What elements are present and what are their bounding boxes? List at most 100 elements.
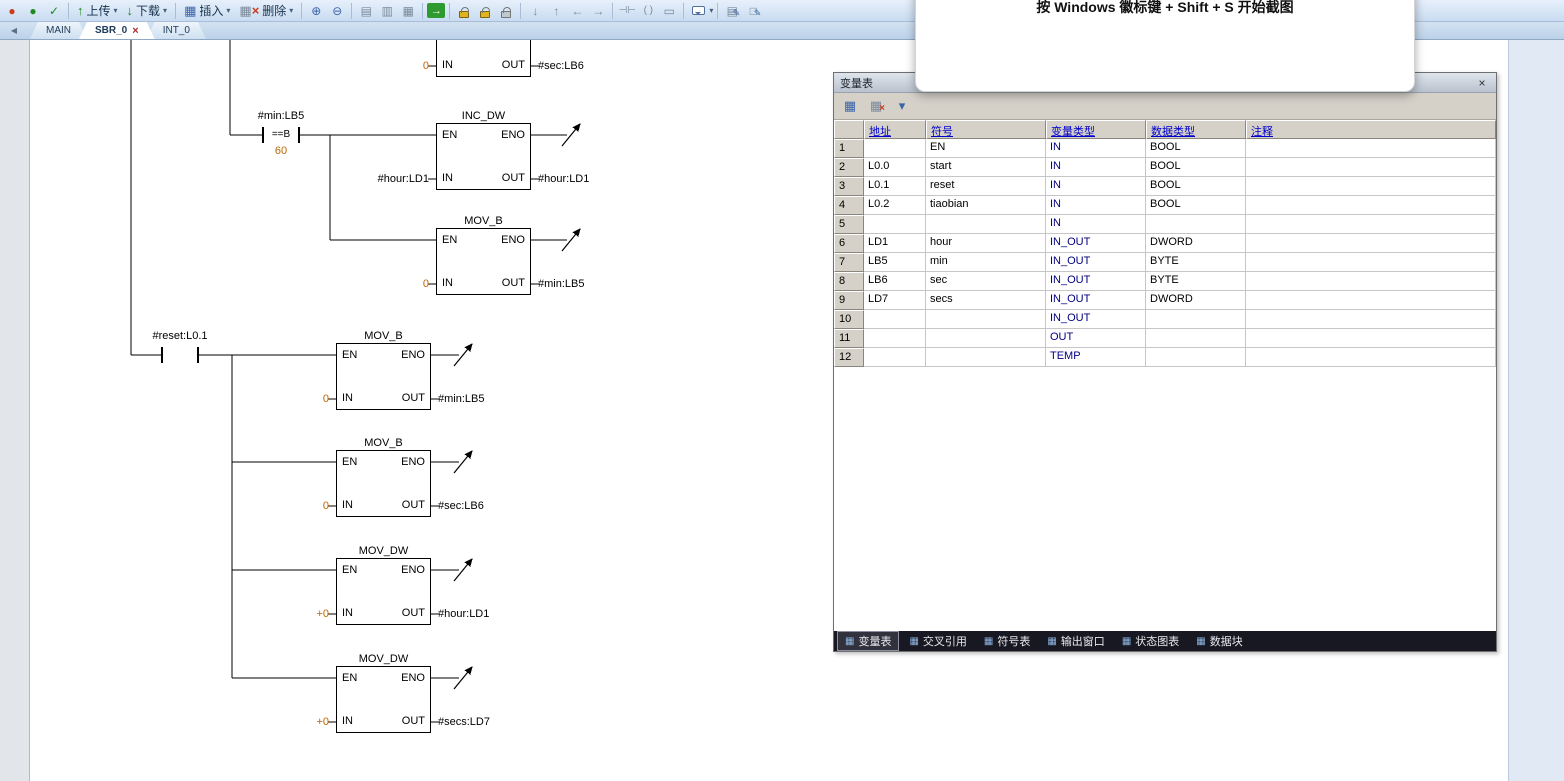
symbol-cell[interactable] bbox=[926, 329, 1046, 348]
var-type-cell[interactable]: IN bbox=[1046, 196, 1146, 215]
block-in-value[interactable]: +0 bbox=[316, 608, 329, 620]
plc-block-partial[interactable]: IN OUT 0 #sec:LB6 bbox=[436, 40, 531, 77]
edit-table-icon[interactable]: ▤✎ bbox=[722, 2, 742, 20]
header-symbol[interactable]: 符号 bbox=[926, 120, 1046, 139]
comment-bubble-icon[interactable] bbox=[688, 2, 708, 20]
var-type-cell[interactable]: OUT bbox=[1046, 329, 1146, 348]
comment-caret-icon[interactable]: ▾ bbox=[709, 6, 713, 15]
table-row[interactable]: 10 IN_OUT bbox=[834, 310, 1496, 329]
address-cell[interactable]: LD1 bbox=[864, 234, 926, 253]
comment-cell[interactable] bbox=[1246, 291, 1496, 310]
data-type-cell[interactable]: BOOL bbox=[1146, 177, 1246, 196]
data-type-cell[interactable] bbox=[1146, 215, 1246, 234]
address-cell[interactable] bbox=[864, 329, 926, 348]
tab-close-icon[interactable]: × bbox=[132, 23, 138, 39]
data-type-cell[interactable]: BOOL bbox=[1146, 196, 1246, 215]
table-row[interactable]: 12 TEMP bbox=[834, 348, 1496, 367]
address-cell[interactable] bbox=[864, 348, 926, 367]
comment-cell[interactable] bbox=[1246, 139, 1496, 158]
insert-coil-icon[interactable]: ( ) bbox=[638, 2, 658, 20]
comment-cell[interactable] bbox=[1246, 177, 1496, 196]
address-cell[interactable] bbox=[864, 139, 926, 158]
comment-cell[interactable] bbox=[1246, 158, 1496, 177]
download-caret-icon[interactable]: ▾ bbox=[163, 6, 167, 15]
block-out-operand[interactable]: #hour:LD1 bbox=[438, 608, 489, 620]
filter-icon[interactable]: ▾ bbox=[892, 97, 912, 115]
block-in-value[interactable]: #hour:LD1 bbox=[378, 173, 429, 185]
var-type-cell[interactable]: IN bbox=[1046, 215, 1146, 234]
comment-cell[interactable] bbox=[1246, 329, 1496, 348]
symbol-cell[interactable]: start bbox=[926, 158, 1046, 177]
view-toggle-icon-1[interactable]: ▤ bbox=[356, 2, 376, 20]
var-type-cell[interactable]: IN bbox=[1046, 139, 1146, 158]
plc-block-inc-dw[interactable]: INC_DW EN ENO IN OUT #hour:LD1 #hour:LD1 bbox=[436, 110, 531, 190]
symbol-cell[interactable]: sec bbox=[926, 272, 1046, 291]
close-icon[interactable]: × bbox=[1474, 76, 1490, 90]
header-address[interactable]: 地址 bbox=[864, 120, 926, 139]
address-cell[interactable] bbox=[864, 215, 926, 234]
var-type-cell[interactable]: IN bbox=[1046, 177, 1146, 196]
block-in-value[interactable]: 0 bbox=[423, 278, 429, 290]
ladder-editor[interactable]: IN OUT 0 #sec:LB6 #min:LB5 ==B 60 INC_DW… bbox=[0, 40, 1564, 781]
upload-button[interactable]: ↑ 上传 ▾ bbox=[73, 1, 122, 21]
export-icon[interactable]: → bbox=[427, 3, 445, 18]
comment-cell[interactable] bbox=[1246, 215, 1496, 234]
address-cell[interactable] bbox=[864, 310, 926, 329]
block-out-operand[interactable]: #min:LB5 bbox=[438, 393, 484, 405]
edit-page-icon[interactable]: □✎ bbox=[743, 2, 763, 20]
zoom-out-icon[interactable]: ⊖ bbox=[327, 2, 347, 20]
tab-int0[interactable]: INT_0 bbox=[147, 22, 206, 39]
row-number-cell[interactable]: 2 bbox=[834, 158, 864, 177]
tab-main[interactable]: MAIN bbox=[30, 22, 87, 39]
row-number-cell[interactable]: 9 bbox=[834, 291, 864, 310]
lock-icon-2[interactable] bbox=[475, 2, 495, 20]
comment-cell[interactable] bbox=[1246, 310, 1496, 329]
comment-cell[interactable] bbox=[1246, 234, 1496, 253]
comment-cell[interactable] bbox=[1246, 196, 1496, 215]
address-cell[interactable]: L0.1 bbox=[864, 177, 926, 196]
address-cell[interactable]: LB6 bbox=[864, 272, 926, 291]
comment-cell[interactable] bbox=[1246, 348, 1496, 367]
symbol-cell[interactable]: reset bbox=[926, 177, 1046, 196]
comment-cell[interactable] bbox=[1246, 253, 1496, 272]
row-number-cell[interactable]: 3 bbox=[834, 177, 864, 196]
row-number-cell[interactable]: 11 bbox=[834, 329, 864, 348]
lock-icon-3[interactable] bbox=[496, 2, 516, 20]
symbol-cell[interactable]: secs bbox=[926, 291, 1046, 310]
row-number-cell[interactable]: 6 bbox=[834, 234, 864, 253]
view-toggle-icon-3[interactable]: ▦ bbox=[398, 2, 418, 20]
address-cell[interactable]: L0.0 bbox=[864, 158, 926, 177]
row-number-cell[interactable]: 8 bbox=[834, 272, 864, 291]
upload-caret-icon[interactable]: ▾ bbox=[114, 6, 118, 15]
tab-output-window[interactable]: ▦ 输出窗口 bbox=[1040, 632, 1111, 650]
line-left-icon[interactable]: ← bbox=[567, 2, 587, 20]
block-out-operand[interactable]: #sec:LB6 bbox=[438, 500, 484, 512]
plc-block-mov-dw-2[interactable]: MOV_DW EN ENO IN OUT +0 #secs:LD7 bbox=[336, 653, 431, 733]
plc-block-mov-b-1[interactable]: MOV_B EN ENO IN OUT 0 #min:LB5 bbox=[436, 215, 531, 295]
plc-block-mov-dw-1[interactable]: MOV_DW EN ENO IN OUT +0 #hour:LD1 bbox=[336, 545, 431, 625]
table-row[interactable]: 4 L0.2 tiaobian IN BOOL bbox=[834, 196, 1496, 215]
var-type-cell[interactable]: IN_OUT bbox=[1046, 291, 1146, 310]
block-out-operand[interactable]: #sec:LB6 bbox=[538, 60, 584, 72]
table-row[interactable]: 11 OUT bbox=[834, 329, 1496, 348]
header-comment[interactable]: 注释 bbox=[1246, 120, 1496, 139]
delete-caret-icon[interactable]: ▾ bbox=[289, 6, 293, 15]
data-type-cell[interactable] bbox=[1146, 348, 1246, 367]
insert-row-icon[interactable]: ▦ bbox=[840, 97, 860, 115]
compile-icon[interactable]: ✓ bbox=[44, 2, 64, 20]
symbol-cell[interactable]: EN bbox=[926, 139, 1046, 158]
view-toggle-icon-2[interactable]: ▥ bbox=[377, 2, 397, 20]
table-row[interactable]: 9 LD7 secs IN_OUT DWORD bbox=[834, 291, 1496, 310]
var-type-cell[interactable]: IN_OUT bbox=[1046, 272, 1146, 291]
table-row[interactable]: 7 LB5 min IN_OUT BYTE bbox=[834, 253, 1496, 272]
symbol-cell[interactable] bbox=[926, 310, 1046, 329]
block-in-value[interactable]: 0 bbox=[423, 60, 429, 72]
var-type-cell[interactable]: IN bbox=[1046, 158, 1146, 177]
table-row[interactable]: 8 LB6 sec IN_OUT BYTE bbox=[834, 272, 1496, 291]
table-row[interactable]: 6 LD1 hour IN_OUT DWORD bbox=[834, 234, 1496, 253]
lock-icon-1[interactable] bbox=[454, 2, 474, 20]
data-type-cell[interactable]: BYTE bbox=[1146, 253, 1246, 272]
block-in-value[interactable]: 0 bbox=[323, 393, 329, 405]
header-var-type[interactable]: 变量类型 bbox=[1046, 120, 1146, 139]
row-number-cell[interactable]: 12 bbox=[834, 348, 864, 367]
